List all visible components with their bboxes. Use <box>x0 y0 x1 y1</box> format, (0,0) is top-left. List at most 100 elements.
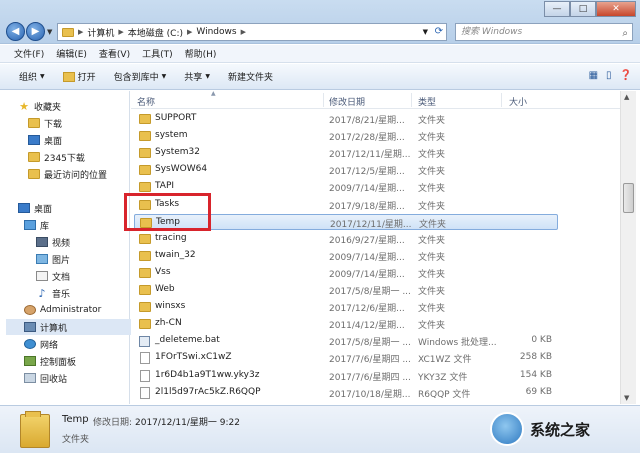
file-row[interactable]: Vss 2009/7/14/星期... 文件夹 <box>134 265 558 281</box>
file-row[interactable]: Web 2017/5/8/星期一 ... 文件夹 <box>134 282 558 298</box>
file-date: 2009/7/14/星期... <box>329 269 405 280</box>
column-divider[interactable] <box>323 93 324 107</box>
file-row[interactable]: zh-CN 2011/4/12/星期... 文件夹 <box>134 316 558 332</box>
file-row[interactable]: 2leXXzM5B4IA.MLjY52017/7/6/星期四 ...MLJY5 … <box>134 402 558 404</box>
chevron-down-icon: ▼ <box>161 73 167 80</box>
new-folder-button[interactable]: 新建文件夹 <box>219 70 282 83</box>
computer-icon <box>24 322 36 332</box>
folder-icon <box>140 217 152 228</box>
details-type: 文件夹 <box>62 435 90 445</box>
view-options-icon[interactable]: ▦ <box>589 70 598 81</box>
nav-computer[interactable]: 计算机 <box>6 319 134 335</box>
file-name: _deleteme.bat <box>155 335 220 346</box>
folder-open-icon <box>62 71 75 82</box>
file-name: Temp <box>156 216 180 227</box>
file-date: 2017/9/18/星期... <box>329 201 405 212</box>
details-name: Temp <box>62 414 89 425</box>
recent-places-icon <box>28 169 40 179</box>
menu-view[interactable]: 查看(V) <box>93 47 136 60</box>
search-input[interactable]: 搜索 Windows ⌕ <box>455 23 633 41</box>
history-dropdown-icon[interactable]: ▼ <box>47 28 52 36</box>
file-row[interactable]: 1r6D4b1a9T1ww.yky3z 2017/7/6/星期四 ... YKY3Z… <box>134 368 558 384</box>
folder-icon <box>139 302 151 313</box>
file-row[interactable]: Tasks 2017/9/18/星期... 文件夹 <box>134 197 558 213</box>
view-controls: ▦ ▯ ❓ <box>589 70 632 81</box>
refresh-icon[interactable]: ⟳ <box>435 26 443 37</box>
share-button[interactable]: 共享 ▼ <box>175 70 219 83</box>
scrollbar-thumb[interactable] <box>623 183 634 213</box>
file-row[interactable]: winsxs 2017/12/6/星期... 文件夹 <box>134 299 558 315</box>
file-size: 154 KB <box>519 369 552 380</box>
file-name: Vss <box>155 266 171 277</box>
window-controls: — □ ✕ <box>544 1 636 17</box>
desktop-icon <box>28 135 40 145</box>
vertical-scrollbar[interactable]: ▲ ▼ <box>620 91 636 404</box>
breadcrumb-windows[interactable]: Windows <box>196 27 236 37</box>
file-size: 0 KB <box>531 335 552 346</box>
file-name: SUPPORT <box>155 113 197 123</box>
nav-favorites[interactable]: ★ 收藏夹 <box>18 98 146 114</box>
column-date[interactable]: 修改日期 <box>329 95 365 108</box>
open-button[interactable]: 打开 <box>54 70 105 83</box>
file-row[interactable]: System32 2017/12/11/星期... 文件夹 <box>134 145 558 161</box>
file-row[interactable]: twain_32 2009/7/14/星期... 文件夹 <box>134 248 558 264</box>
search-icon[interactable]: ⌕ <box>622 26 628 42</box>
column-type[interactable]: 类型 <box>418 95 436 108</box>
arrow-right-icon: ▶ <box>31 26 40 37</box>
file-date: 2017/5/8/星期一 ... <box>329 287 411 297</box>
open-label: 打开 <box>77 73 96 83</box>
file-row[interactable]: 2l1l5d97rAc5kZ.R6QQP 2017/10/18/星期... R6QQ… <box>134 385 558 401</box>
file-row[interactable]: TAPI 2009/7/14/星期... 文件夹 <box>134 179 558 195</box>
file-date: 2017/7/6/星期四 ... <box>329 372 411 383</box>
file-date: 2017/7/6/星期四 ... <box>329 355 411 366</box>
minimize-button[interactable]: — <box>544 1 570 17</box>
file-name: 1FOrTSwi.xC1wZ <box>155 352 232 363</box>
file-row[interactable]: SUPPORT 2017/8/21/星期... 文件夹 <box>134 111 558 127</box>
breadcrumb-separator-icon[interactable]: ▶ <box>78 28 83 36</box>
control-panel-icon <box>24 356 36 366</box>
search-placeholder: 搜索 Windows <box>461 27 523 37</box>
folder-icon <box>139 250 151 261</box>
breadcrumb-separator-icon[interactable]: ▶ <box>118 28 123 36</box>
include-library-button[interactable]: 包含到库中 ▼ <box>105 70 176 83</box>
file-row[interactable]: 1FOrTSwi.xC1wZ 2017/7/6/星期四 ... XC1WZ 文件 25… <box>134 350 558 366</box>
menu-edit[interactable]: 编辑(E) <box>50 47 93 60</box>
nav-desktop-root-label: 桌面 <box>34 204 53 215</box>
maximize-button[interactable]: □ <box>570 1 596 17</box>
nav-desktop-root[interactable]: 桌面 <box>18 200 146 216</box>
file-row[interactable]: _deleteme.bat 2017/5/8/星期一 ... Windows 批处理… <box>134 333 558 349</box>
preview-pane-icon[interactable]: ▯ <box>606 70 612 81</box>
file-name: winsxs <box>155 301 186 312</box>
folder-icon <box>62 27 74 37</box>
file-row[interactable]: Temp 2017/12/11/星期... 文件夹 <box>134 213 558 230</box>
breadcrumb-separator-icon[interactable]: ▶ <box>187 28 192 36</box>
menu-file[interactable]: 文件(F) <box>8 47 50 60</box>
file-type: 文件夹 <box>418 184 446 195</box>
scroll-down-icon[interactable]: ▼ <box>624 394 629 402</box>
back-button[interactable]: ◀ <box>6 22 25 41</box>
network-icon <box>24 339 36 349</box>
file-row[interactable]: SysWOW64 2017/12/5/星期... 文件夹 <box>134 162 558 178</box>
file-type: 文件夹 <box>418 287 446 297</box>
organize-button[interactable]: 组织 ▼ <box>10 70 54 83</box>
menu-help[interactable]: 帮助(H) <box>179 47 223 60</box>
file-row[interactable]: tracing 2016/9/27/星期... 文件夹 <box>134 231 558 247</box>
file-type: R6QQP 文件 <box>418 389 471 400</box>
forward-button[interactable]: ▶ <box>26 22 45 41</box>
desktop-icon <box>18 203 30 213</box>
column-size[interactable]: 大小 <box>509 95 527 108</box>
address-dropdown-icon[interactable]: ▼ <box>423 28 428 36</box>
scroll-up-icon[interactable]: ▲ <box>624 93 629 101</box>
column-name[interactable]: 名称 <box>137 95 155 108</box>
menu-tools[interactable]: 工具(T) <box>136 47 179 60</box>
breadcrumb-drive-c[interactable]: 本地磁盘 (C:) <box>128 26 183 39</box>
breadcrumb-separator-icon[interactable]: ▶ <box>241 28 246 36</box>
breadcrumb-computer[interactable]: 计算机 <box>87 26 114 39</box>
file-row[interactable]: system 2017/2/28/星期... 文件夹 <box>134 128 558 144</box>
column-divider[interactable] <box>501 93 502 107</box>
title-bar: — □ ✕ ◀ ▶ ▼ ▶ 计算机 ▶ 本地磁盘 (C:) ▶ Windows … <box>0 0 640 44</box>
column-divider[interactable] <box>411 93 412 107</box>
address-bar[interactable]: ▶ 计算机 ▶ 本地磁盘 (C:) ▶ Windows ▶ ▼ ⟳ <box>57 23 447 41</box>
help-icon[interactable]: ❓ <box>620 70 632 81</box>
close-button[interactable]: ✕ <box>596 1 636 17</box>
